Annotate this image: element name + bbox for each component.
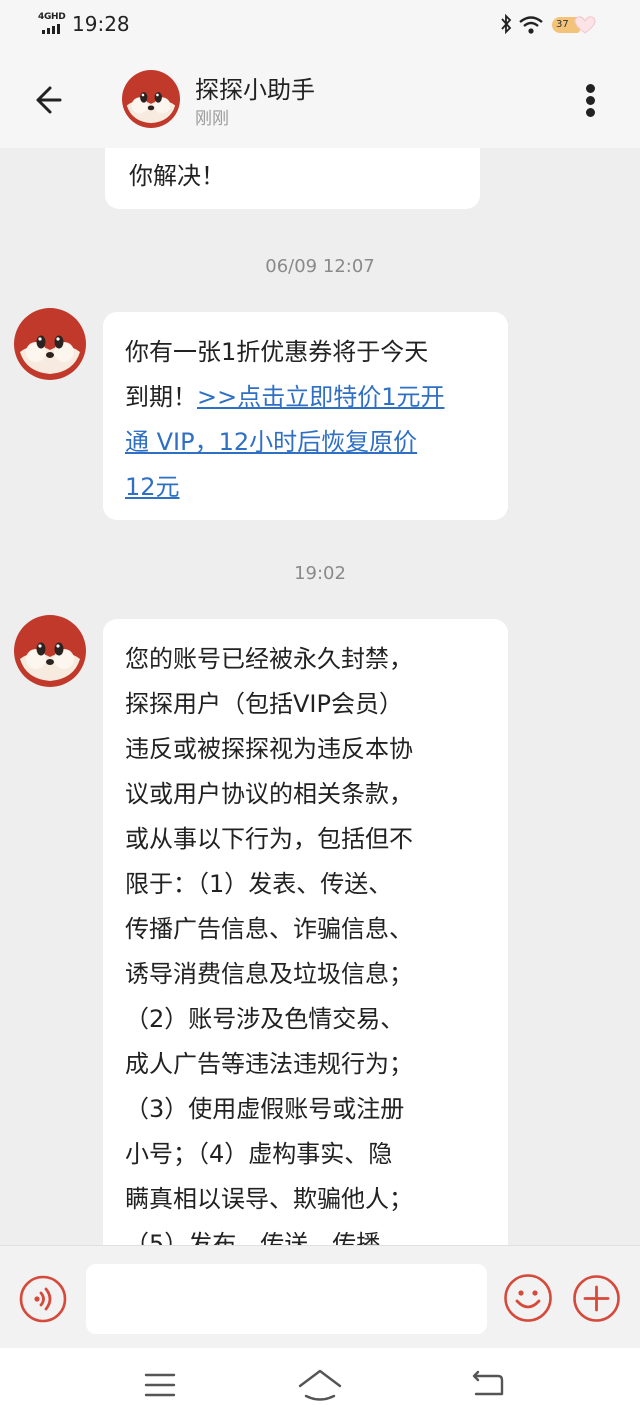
message-line: 12元 — [125, 465, 486, 510]
emoji-button[interactable] — [503, 1273, 553, 1323]
arrow-left-icon — [36, 86, 62, 114]
plus-icon — [573, 1275, 620, 1322]
message-line: 你有一张1折优惠券将于今天 — [125, 338, 429, 366]
message-line: 成人广告等违法违规行为； — [125, 1050, 413, 1078]
message-bubble: 你解决！ — [105, 148, 480, 209]
nav-back-button[interactable] — [468, 1368, 508, 1402]
more-button[interactable] — [576, 78, 606, 122]
message-line: （3）使用虚假账号或注册 — [125, 1095, 405, 1123]
voice-button[interactable] — [19, 1275, 67, 1323]
message-text: 到期！ — [125, 383, 197, 411]
voice-icon — [19, 1275, 67, 1323]
back-icon — [472, 1370, 504, 1396]
message-timestamp: 19:02 — [294, 563, 346, 584]
contact-avatar[interactable] — [122, 70, 180, 128]
home-icon — [298, 1369, 342, 1401]
message-bubble: 你有一张1折优惠券将于今天 到期！>>点击立即特价1元开 通 VIP，12小时后… — [103, 312, 508, 520]
message-line: 限于：（1）发表、传送、 — [125, 870, 393, 898]
navigation-bar — [0, 1348, 640, 1422]
contact-name: 探探小助手 — [195, 76, 315, 104]
back-button[interactable] — [26, 78, 74, 122]
message-input[interactable] — [86, 1264, 487, 1334]
nav-home-button[interactable] — [296, 1366, 344, 1404]
message-timestamp: 06/09 12:07 — [265, 256, 375, 277]
bluetooth-icon — [501, 14, 512, 34]
message-line: （2）账号涉及色情交易、 — [125, 1005, 405, 1033]
message-line: 违反或被探探视为违反本协 — [125, 735, 413, 763]
message-line: 通 VIP，12小时后恢复原价 — [125, 420, 486, 465]
vip-offer-link[interactable]: 12元 — [125, 473, 180, 501]
sender-avatar[interactable] — [14, 308, 86, 380]
message-line: （5）发布、传送、传播、 — [125, 1230, 405, 1245]
message-line: 您的账号已经被永久封禁， — [125, 645, 413, 673]
menu-icon — [144, 1373, 176, 1397]
chat-area[interactable]: 你解决！ 06/09 12:07 你有一张1折优惠券将于今天 到期！>>点击立即… — [0, 148, 640, 1245]
message-line: 到期！>>点击立即特价1元开 — [125, 375, 486, 420]
nav-menu-button[interactable] — [143, 1370, 177, 1400]
message-line: 诱导消费信息及垃圾信息； — [125, 960, 413, 988]
status-bar: 4GHD 19:28 37 — [0, 0, 640, 50]
message-line: 议或用户协议的相关条款， — [125, 780, 413, 808]
message-line: 传播广告信息、诈骗信息、 — [125, 915, 413, 943]
message-line: 探探用户（包括VIP会员） — [125, 690, 403, 718]
sender-avatar[interactable] — [14, 615, 86, 687]
network-type-label: 4GHD — [38, 12, 66, 22]
input-bar — [0, 1245, 640, 1348]
wifi-icon — [519, 16, 543, 34]
signal-icon: 4GHD — [38, 12, 68, 36]
message-line: 小号；（4）虚构事实、隐 — [125, 1140, 393, 1168]
plus-button[interactable] — [572, 1274, 621, 1323]
status-time: 19:28 — [72, 12, 130, 36]
emoji-icon — [504, 1274, 552, 1322]
message-line: 或从事以下行为，包括但不 — [125, 825, 413, 853]
battery-level: 37 — [556, 19, 569, 30]
message-bubble: 您的账号已经被永久封禁， 探探用户（包括VIP会员） 违反或被探探视为违反本协 … — [103, 619, 508, 1245]
message-line: 你解决！ — [129, 162, 225, 190]
battery-icon: 37 — [552, 15, 596, 35]
vip-offer-link[interactable]: 通 VIP，12小时后恢复原价 — [125, 428, 417, 456]
last-seen: 刚刚 — [195, 109, 229, 129]
chat-header: 探探小助手 刚刚 — [0, 50, 640, 148]
message-line: 瞒真相以误导、欺骗他人； — [125, 1185, 413, 1213]
vip-offer-link[interactable]: >>点击立即特价1元开 — [197, 383, 445, 411]
